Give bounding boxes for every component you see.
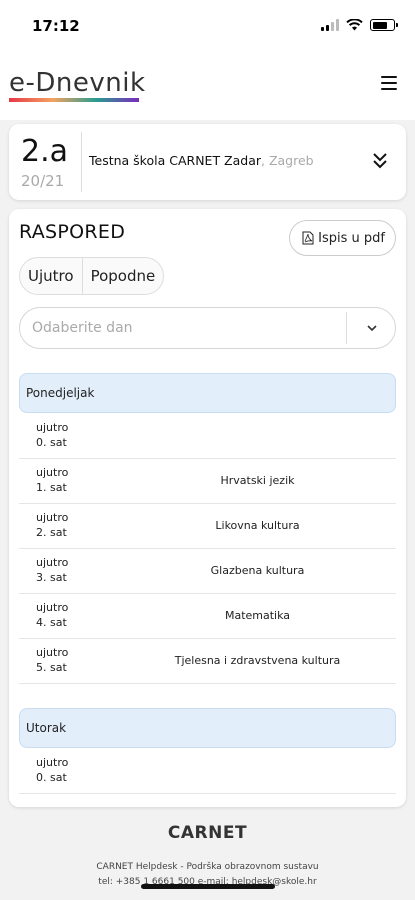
table-row: ujutro 1. sat Hrvatski jezik [19, 459, 396, 504]
table-row: ujutro 5. sat Tjelesna i zdravstvena kult… [19, 639, 396, 684]
period-cell: ujutro 2. sat [36, 510, 68, 540]
subject-cell: Tjelesna i zdravstvena kultura [174, 654, 341, 667]
shift-text: ujutro [36, 601, 69, 614]
table-row: ujutro 3. sat Glazbena kultura [19, 549, 396, 594]
school-city: , Zagreb [261, 153, 314, 168]
subject-cell: Hrvatski jezik [220, 474, 295, 487]
status-bar: 17:12 [0, 0, 415, 50]
shift-text: ujutro [36, 511, 69, 524]
carnet-logo: CARNET [167, 823, 248, 843]
subject-cell: Likovna kultura [215, 519, 300, 532]
divider [81, 132, 82, 192]
period-cell: ujutro 0. sat [36, 755, 68, 785]
school-name: Testna škola CARNET Zadar, Zagreb [89, 153, 314, 168]
day-select-placeholder: Odaberite dan [32, 320, 133, 336]
shift-text: ujutro [36, 756, 69, 769]
select-divider [346, 312, 347, 344]
period-cell: ujutro 0. sat [36, 420, 68, 450]
class-name: 2.a [21, 134, 69, 169]
school-year: 20/21 [21, 172, 65, 190]
period-cell: ujutro 1. sat [36, 465, 68, 495]
day-header-utorak: Utorak [19, 708, 396, 748]
double-chevron-down-icon[interactable] [372, 152, 388, 170]
period-text: 1. sat [36, 481, 67, 494]
footer-helpdesk-line: CARNET Helpdesk - Podrška obrazovnom sus… [96, 862, 319, 872]
logo-underline [9, 98, 139, 102]
shift-text: ujutro [36, 646, 69, 659]
app-header: e-Dnevnik [0, 50, 415, 120]
school-name-text: Testna škola CARNET Zadar [89, 153, 262, 168]
period-cell: ujutro 5. sat [36, 645, 68, 675]
table-row: ujutro 0. sat [19, 749, 396, 794]
pdf-print-button[interactable]: Ispis u pdf [289, 220, 396, 256]
tab-ujutro[interactable]: Ujutro [20, 258, 82, 294]
page-title: RASPORED [19, 221, 126, 243]
shift-text: ujutro [36, 556, 69, 569]
class-selector-card[interactable]: 2.a 20/21 Testna škola CARNET Zadar, Zag… [9, 124, 406, 200]
shift-text: ujutro [36, 466, 69, 479]
chevron-down-icon [367, 325, 377, 332]
period-text: 0. sat [36, 771, 67, 784]
app-logo[interactable]: e-Dnevnik [9, 68, 146, 98]
period-text: 3. sat [36, 571, 67, 584]
status-icons [321, 19, 398, 31]
pdf-file-icon [302, 231, 314, 245]
day-header-ponedjeljak: Ponedjeljak [19, 373, 396, 413]
period-text: 4. sat [36, 616, 67, 629]
tab-popodne[interactable]: Popodne [81, 258, 164, 294]
table-row: ujutro 0. sat [19, 414, 396, 459]
day-select[interactable]: Odaberite dan [19, 307, 396, 349]
period-cell: ujutro 3. sat [36, 555, 68, 585]
menu-icon[interactable] [381, 76, 397, 90]
period-text: 0. sat [36, 436, 67, 449]
table-row: ujutro 4. sat Matematika [19, 594, 396, 639]
subject-cell: Glazbena kultura [210, 564, 305, 577]
cellular-signal-icon [321, 19, 339, 31]
home-indicator[interactable] [141, 884, 275, 889]
pdf-print-label: Ispis u pdf [318, 230, 385, 246]
schedule-panel: RASPORED Ispis u pdf Ujutro Popodne Odab… [9, 209, 406, 807]
shift-text: ujutro [36, 421, 69, 434]
period-text: 5. sat [36, 661, 67, 674]
wifi-icon [346, 19, 363, 31]
table-row: ujutro 2. sat Likovna kultura [19, 504, 396, 549]
shift-toggle: Ujutro Popodne [19, 257, 165, 295]
period-cell: ujutro 4. sat [36, 600, 68, 630]
battery-icon [370, 19, 398, 31]
period-text: 2. sat [36, 526, 67, 539]
subject-cell: Matematika [224, 609, 291, 622]
status-time: 17:12 [32, 17, 80, 35]
